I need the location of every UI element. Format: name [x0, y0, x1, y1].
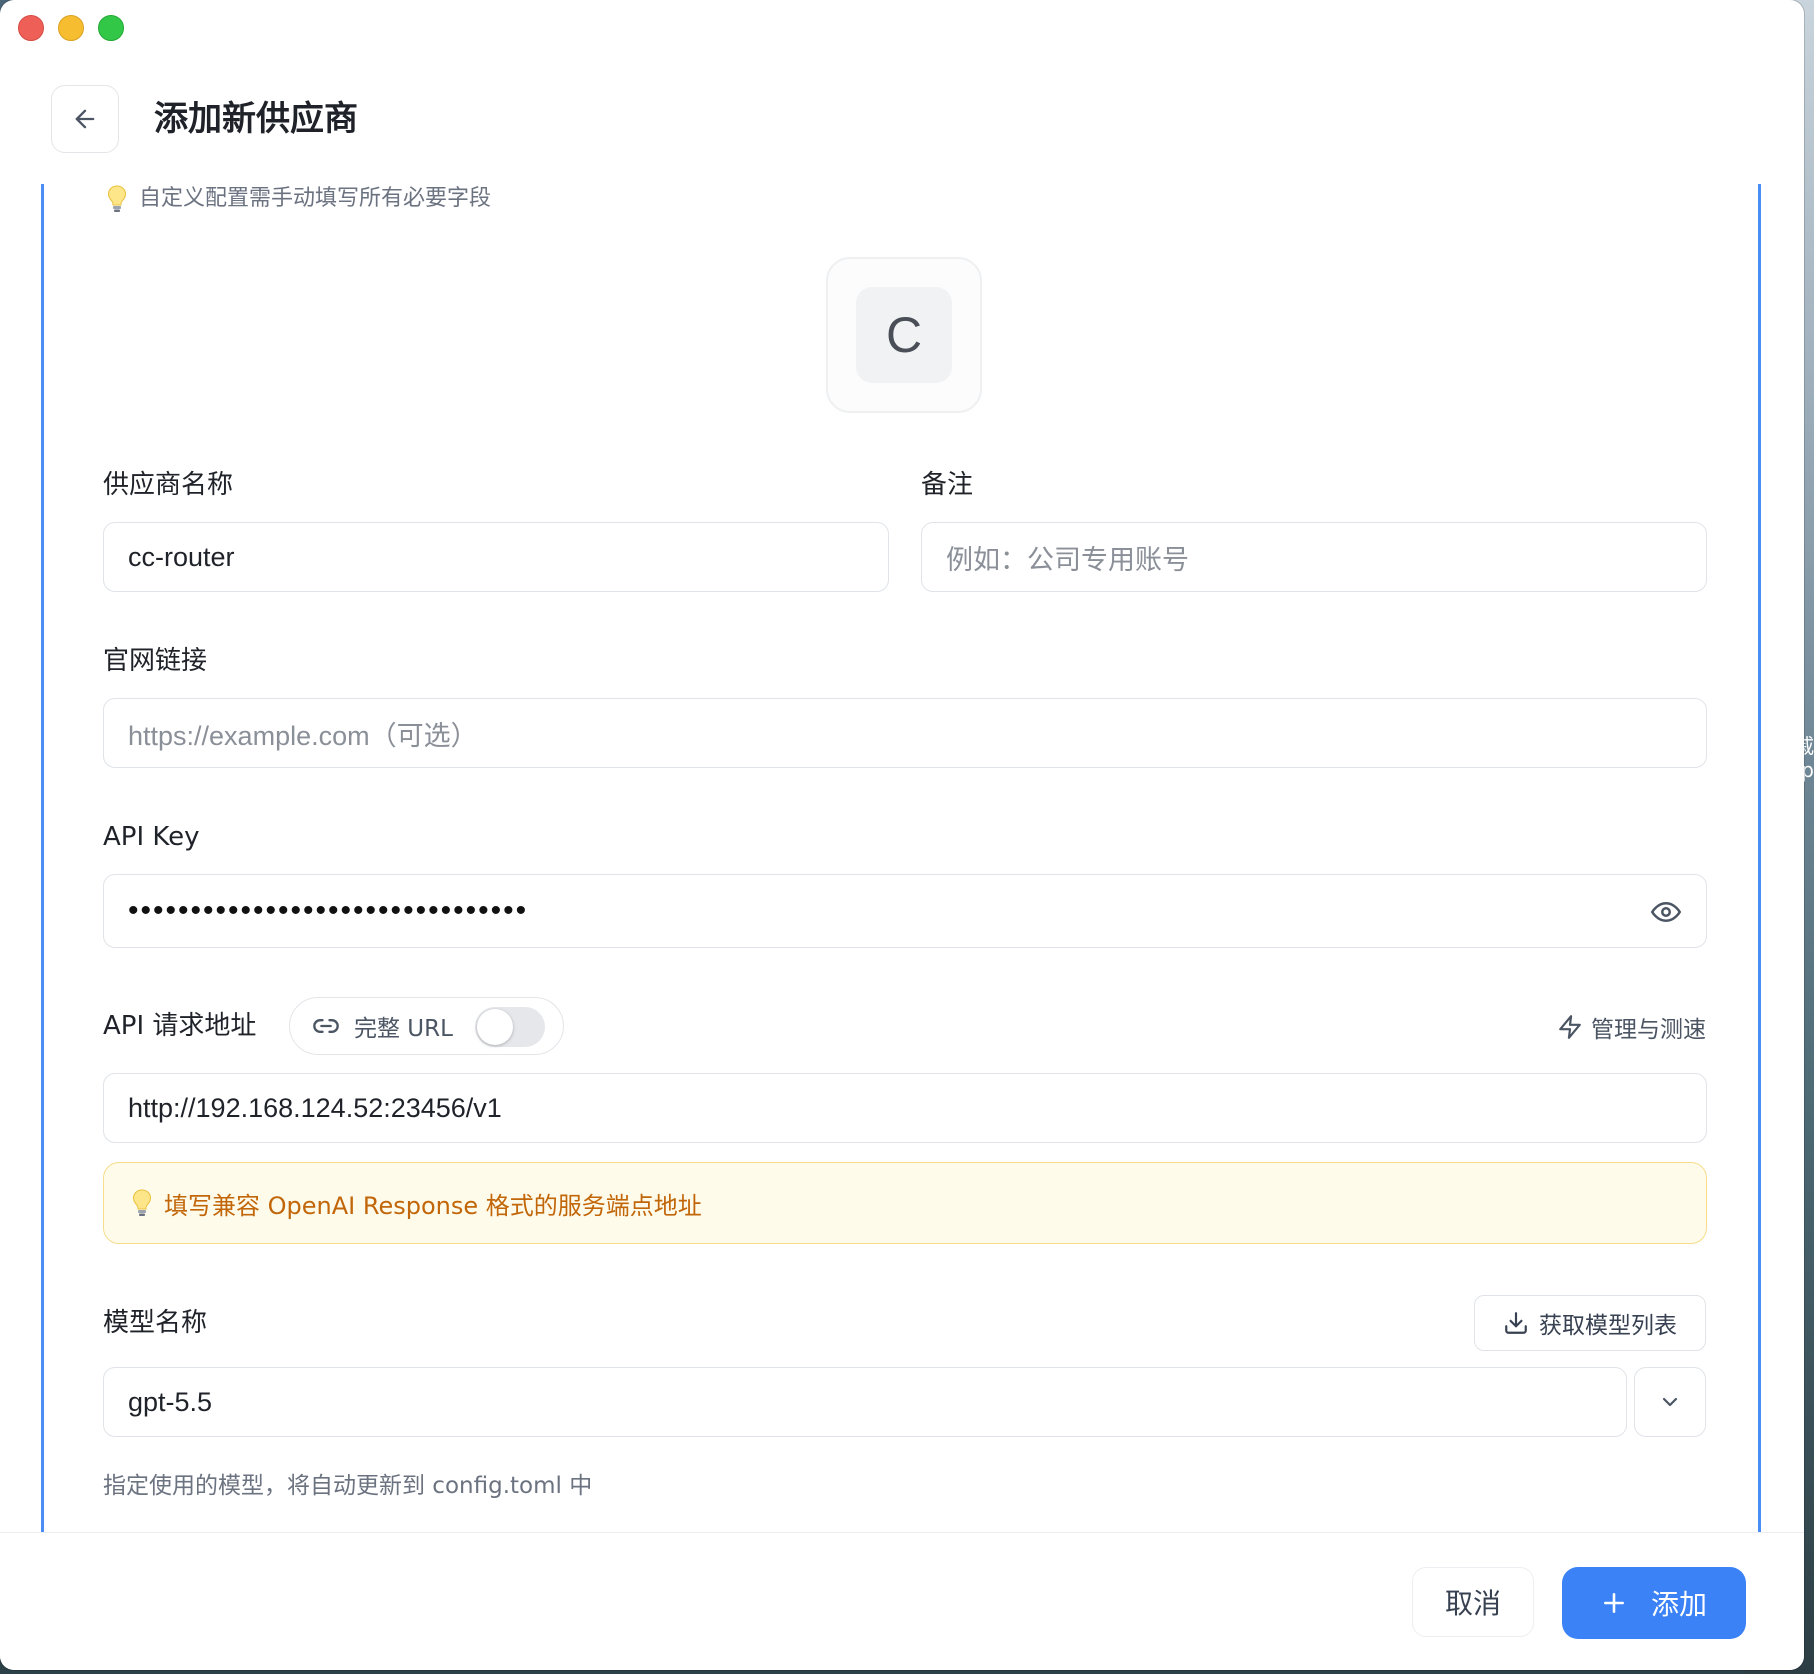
page-title: 添加新供应商 — [154, 99, 358, 139]
provider-name-label: 供应商名称 — [103, 470, 234, 500]
link-icon — [313, 1019, 339, 1033]
website-input[interactable]: https://example.com（可选） — [103, 698, 1707, 768]
full-url-label: 完整 URL — [354, 1016, 453, 1042]
endpoint-format-hint-text: 填写兼容 OpenAI Response 格式的服务端点地址 — [164, 1191, 702, 1220]
back-button[interactable] — [51, 85, 119, 153]
manage-speedtest-button[interactable]: 管理与测速 — [1557, 1010, 1706, 1044]
window-zoom-button[interactable] — [98, 15, 124, 41]
add-button-label: 添加 — [1650, 1588, 1707, 1621]
manage-speedtest-label: 管理与测速 — [1591, 1017, 1706, 1043]
notes-input[interactable]: 例如：公司专用账号 — [921, 522, 1707, 592]
download-icon — [1505, 1312, 1527, 1334]
zap-icon — [1559, 1015, 1581, 1039]
fetch-model-list-label: 获取模型列表 — [1539, 1313, 1677, 1339]
plus-icon — [1604, 1593, 1624, 1613]
provider-avatar: C — [856, 287, 952, 383]
full-url-switch[interactable] — [475, 1007, 545, 1047]
cancel-button[interactable]: 取消 — [1412, 1567, 1534, 1637]
full-url-toggle-group: 完整 URL — [289, 997, 564, 1055]
app-window: 添加新供应商 自定义配置需手动填写所有必要字段 C 供应商名称 cc-route… — [0, 0, 1804, 1670]
arrow-left-icon — [75, 109, 95, 129]
lightbulb-icon — [132, 1189, 152, 1216]
endpoint-format-hint: 填写兼容 OpenAI Response 格式的服务端点地址 — [103, 1162, 1707, 1244]
custom-config-hint-text: 自定义配置需手动填写所有必要字段 — [139, 186, 492, 211]
model-name-input[interactable]: gpt-5.5 — [103, 1367, 1627, 1437]
api-key-masked-value: •••••••••••••••••••••••••••••••• — [128, 894, 529, 927]
api-key-input[interactable]: •••••••••••••••••••••••••••••••• — [103, 874, 1707, 948]
eye-icon[interactable] — [1650, 897, 1682, 927]
form-footer: 取消 添加 — [0, 1532, 1804, 1670]
window-close-button[interactable] — [18, 15, 44, 41]
fetch-model-list-button[interactable]: 获取模型列表 — [1474, 1295, 1706, 1351]
form-scroll-area: 自定义配置需手动填写所有必要字段 C 供应商名称 cc-router 备注 例如… — [41, 184, 1761, 1532]
provider-icon-picker[interactable]: C — [826, 257, 982, 413]
model-dropdown-button[interactable] — [1634, 1367, 1706, 1437]
window-minimize-button[interactable] — [58, 15, 84, 41]
custom-config-hint: 自定义配置需手动填写所有必要字段 — [107, 184, 491, 214]
full-url-switch-knob — [477, 1009, 513, 1045]
chevron-down-icon — [1662, 1397, 1678, 1407]
add-button[interactable]: 添加 — [1562, 1567, 1746, 1639]
notes-label: 备注 — [921, 470, 974, 500]
api-endpoint-input[interactable]: http://192.168.124.52:23456/v1 — [103, 1073, 1707, 1143]
api-key-label: API Key — [103, 822, 200, 852]
api-endpoint-label: API 请求地址 — [103, 1011, 257, 1041]
website-label: 官网链接 — [103, 646, 208, 676]
lightbulb-icon — [107, 185, 127, 212]
provider-name-input[interactable]: cc-router — [103, 522, 889, 592]
model-name-label: 模型名称 — [103, 1308, 208, 1338]
model-helper-text: 指定使用的模型，将自动更新到 config.toml 中 — [103, 1473, 593, 1499]
